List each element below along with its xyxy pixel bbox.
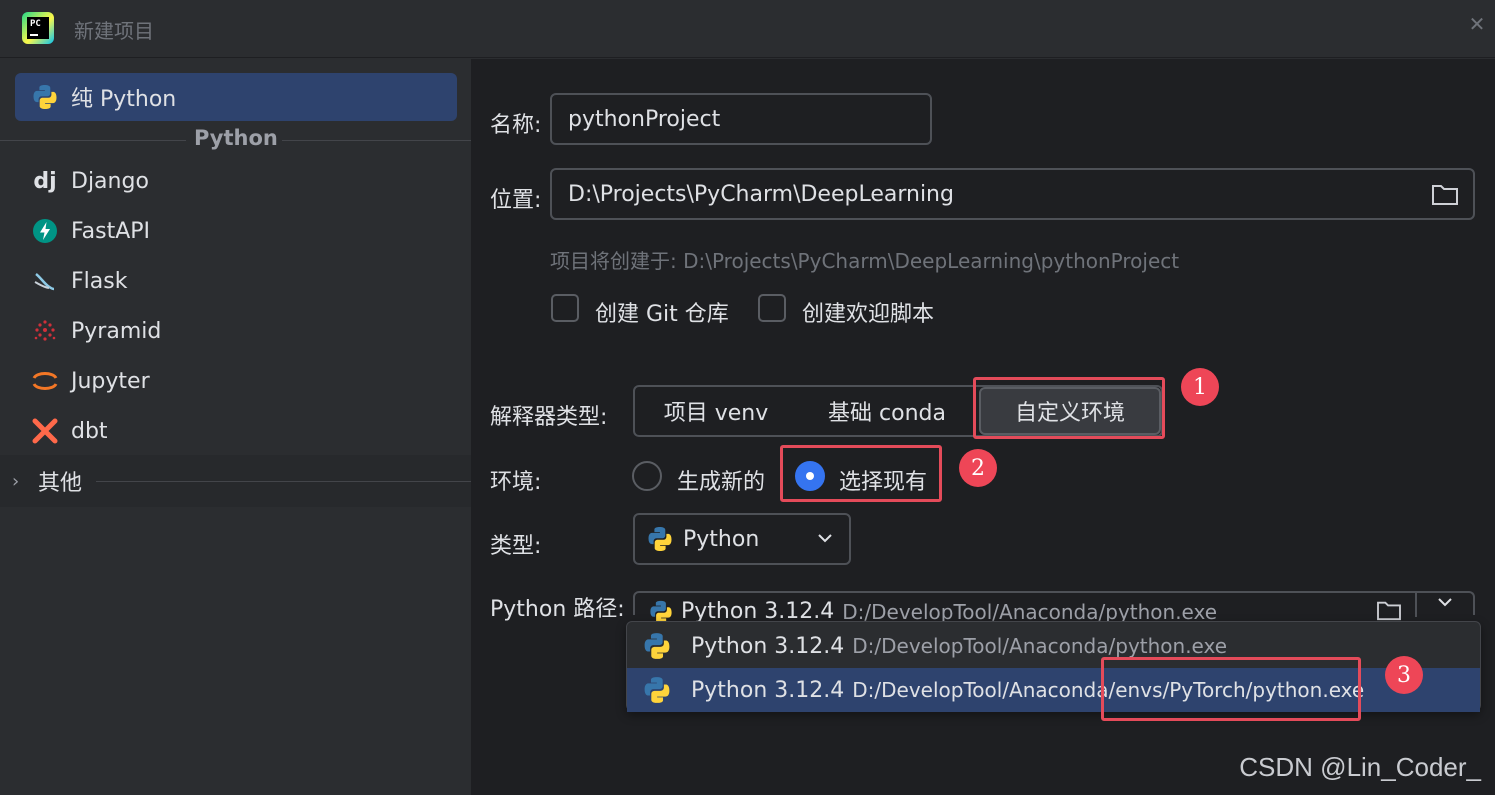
option-path: D:/DevelopTool/Anaconda/python.exe (852, 634, 1228, 658)
sidebar-item-label: 纯 Python (71, 87, 177, 112)
radio-generate-new[interactable] (632, 461, 662, 491)
location-input[interactable]: D:\Projects\PyCharm\DeepLearning (550, 168, 1475, 220)
interpreter-type-label: 解释器类型: (490, 405, 608, 430)
annotation-badge-2: 2 (959, 449, 997, 487)
annotation-badge-3: 3 (1385, 656, 1423, 694)
python-path-label: Python 路径: (490, 597, 625, 622)
sidebar-item-label: FastAPI (71, 218, 151, 244)
sidebar-item-pyramid[interactable]: Pyramid (15, 307, 457, 355)
tab-base-conda[interactable]: 基础 conda (797, 387, 977, 435)
django-icon: dj (33, 168, 57, 194)
group-separator-python: Python (0, 123, 471, 157)
tab-project-venv[interactable]: 项目 venv (635, 387, 797, 435)
type-select-value: Python (683, 526, 760, 552)
python-icon (31, 83, 59, 111)
group-label: Python (194, 126, 278, 150)
pycharm-logo-icon: PC (22, 12, 54, 44)
sidebar-item-fastapi[interactable]: FastAPI (15, 207, 457, 255)
name-input[interactable]: pythonProject (550, 93, 932, 145)
option-version: Python 3.12.4 (691, 633, 845, 659)
close-icon[interactable]: ✕ (1467, 14, 1487, 34)
chevron-down-icon (817, 527, 833, 548)
group-label-other: 其他 (38, 471, 83, 496)
annotation-box-2 (780, 445, 942, 502)
project-settings-form: 名称: pythonProject 位置: D:\Projects\PyChar… (471, 59, 1495, 795)
create-welcome-label: 创建欢迎脚本 (802, 302, 935, 327)
location-input-value: D:\Projects\PyCharm\DeepLearning (568, 181, 954, 207)
option-path-prefix: D:/DevelopTool/Anaconda/ (852, 678, 1116, 702)
create-git-label: 创建 Git 仓库 (595, 302, 729, 327)
annotation-box-3 (1101, 657, 1361, 721)
location-hint: 项目将创建于: D:\Projects\PyCharm\DeepLearning… (550, 249, 1180, 273)
option-version: Python 3.12.4 (691, 677, 845, 703)
sidebar-item-jupyter[interactable]: Jupyter (15, 357, 457, 405)
type-label: 类型: (490, 534, 542, 559)
window-title: 新建项目 (74, 19, 154, 43)
title-bar: PC 新建项目 ✕ (0, 0, 1495, 58)
sidebar-item-label: Django (71, 168, 149, 194)
python-path-text: D:/DevelopTool/Anaconda/python.exe (842, 599, 1218, 624)
sidebar-item-dbt[interactable]: dbt (15, 407, 457, 455)
annotation-badge-1: 1 (1181, 368, 1219, 406)
python-icon (643, 632, 671, 660)
python-icon (647, 526, 673, 552)
sidebar-item-label: Flask (71, 268, 128, 294)
create-git-checkbox[interactable] (551, 294, 579, 322)
location-label: 位置: (490, 188, 542, 213)
env-label: 环境: (490, 470, 542, 495)
python-path-combo[interactable]: Python 3.12.4 D:/DevelopTool/Anaconda/py… (633, 591, 1475, 624)
flask-icon (31, 267, 59, 295)
create-welcome-checkbox[interactable] (758, 294, 786, 322)
sidebar-item-flask[interactable]: Flask (15, 257, 457, 305)
folder-icon[interactable] (1431, 182, 1459, 212)
name-label: 名称: (490, 113, 542, 138)
dbt-icon (31, 417, 59, 445)
sidebar-group-other[interactable]: › 其他 (0, 455, 471, 507)
python-icon (643, 676, 671, 704)
fastapi-icon (31, 217, 59, 245)
type-select[interactable]: Python (633, 513, 851, 565)
watermark: CSDN @Lin_Coder_ (1239, 752, 1481, 782)
annotation-box-1 (973, 377, 1165, 439)
python-icon (649, 600, 673, 624)
jupyter-icon (31, 367, 59, 395)
sidebar-item-django[interactable]: dj Django (15, 157, 457, 205)
sidebar-item-pure-python[interactable]: 纯 Python (15, 73, 457, 121)
sidebar-item-label: Pyramid (71, 318, 162, 344)
sidebar-item-label: Jupyter (71, 368, 150, 394)
radio-generate-new-label: 生成新的 (677, 470, 766, 495)
name-input-value: pythonProject (568, 106, 721, 132)
pyramid-icon (31, 317, 59, 345)
chevron-down-icon[interactable] (1415, 591, 1473, 617)
sidebar-item-label: dbt (71, 418, 108, 444)
chevron-right-icon: › (12, 470, 20, 492)
project-type-sidebar: 纯 Python Python dj Django FastAPI Flask … (0, 59, 471, 795)
